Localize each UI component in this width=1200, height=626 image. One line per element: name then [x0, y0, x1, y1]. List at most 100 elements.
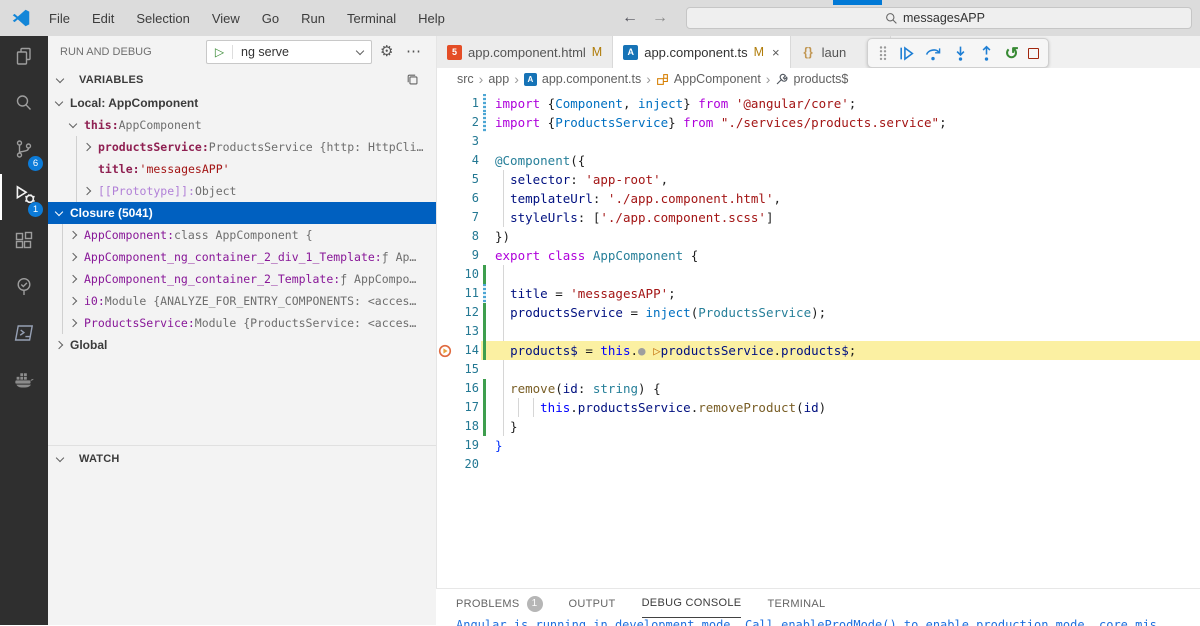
- extensions-icon: [12, 229, 36, 258]
- panel-tab-output[interactable]: OUTPUT: [569, 589, 616, 618]
- var-ng-container-template[interactable]: AppComponent_ng_container_2_Template: ƒ …: [48, 268, 436, 290]
- start-debug-button[interactable]: ▷: [207, 45, 233, 59]
- breakpoint-gutter[interactable]: [437, 303, 445, 322]
- menu-terminal[interactable]: Terminal: [336, 11, 407, 26]
- var-text: ƒ Ap…: [382, 250, 417, 264]
- collapse-all-icon[interactable]: [406, 73, 420, 87]
- breakpoint-gutter[interactable]: [437, 113, 445, 132]
- activity-item-docker[interactable]: [0, 358, 48, 404]
- activity-item-run-and-debug[interactable]: 1: [0, 174, 48, 220]
- search-input[interactable]: [903, 11, 993, 25]
- panel-tab-debug-console[interactable]: DEBUG CONSOLE: [642, 589, 742, 618]
- var-prototype[interactable]: [[Prototype]]: Object: [48, 180, 436, 202]
- menu-edit[interactable]: Edit: [81, 11, 125, 26]
- grip-handle[interactable]: [877, 45, 889, 61]
- code-line-3: 3: [437, 132, 1200, 151]
- breakpoint-gutter[interactable]: [437, 341, 445, 360]
- activity-item-search[interactable]: [0, 82, 48, 128]
- watch-label: WATCH: [79, 453, 120, 465]
- var-text: i0:: [84, 294, 105, 308]
- code-line-12: 12 productsService = inject(ProductsServ…: [437, 303, 1200, 322]
- breadcrumb-item[interactable]: src: [457, 72, 474, 86]
- var-title[interactable]: title: 'messagesAPP': [48, 158, 436, 180]
- code-line-4: 4@Component({: [437, 151, 1200, 170]
- menu-go[interactable]: Go: [251, 11, 290, 26]
- activity-bar: 61: [0, 36, 48, 625]
- panel-tab-problems[interactable]: PROBLEMS1: [456, 589, 543, 618]
- step-out-button[interactable]: [978, 45, 995, 62]
- line-number: 17: [445, 398, 481, 417]
- scope-closure[interactable]: Closure (5041): [48, 202, 436, 224]
- breakpoint-gutter[interactable]: [437, 436, 445, 455]
- activity-item-todo-tree[interactable]: [0, 266, 48, 312]
- breakpoint-gutter[interactable]: [437, 398, 445, 417]
- gear-icon[interactable]: ⚙: [380, 44, 393, 59]
- breakpoint-gutter[interactable]: [437, 170, 445, 189]
- breakpoint-gutter[interactable]: [437, 417, 445, 436]
- breakpoint-gutter[interactable]: [437, 455, 445, 474]
- code-text: productsService = inject(ProductsService…: [486, 303, 826, 322]
- menu-help[interactable]: Help: [407, 11, 456, 26]
- activity-item-source-control[interactable]: 6: [0, 128, 48, 174]
- panel-tab-terminal[interactable]: TERMINAL: [767, 589, 825, 618]
- restart-button[interactable]: ↺: [1005, 45, 1019, 62]
- tab-app-component-html[interactable]: 5app.component.htmlM: [437, 36, 613, 68]
- debug-toolbar: ↺: [867, 38, 1049, 68]
- breakpoint-gutter[interactable]: [437, 265, 445, 284]
- activity-item-extensions[interactable]: [0, 220, 48, 266]
- menu-run[interactable]: Run: [290, 11, 336, 26]
- var-productsservice-module[interactable]: ProductsService: Module {ProductsService…: [48, 312, 436, 334]
- breakpoint-gutter[interactable]: [437, 246, 445, 265]
- panel-tab-label: PROBLEMS: [456, 598, 520, 610]
- breakpoint-gutter[interactable]: [437, 360, 445, 379]
- activity-item-terminal[interactable]: [0, 312, 48, 358]
- var-i0[interactable]: i0: Module {ANALYZE_FOR_ENTRY_COMPONENTS…: [48, 290, 436, 312]
- angular-icon: A: [623, 45, 638, 60]
- command-center-search[interactable]: [686, 7, 1192, 29]
- breadcrumb-item[interactable]: AppComponent: [674, 72, 761, 86]
- var-productsService[interactable]: productsService: ProductsService {http: …: [48, 136, 436, 158]
- tab-app-component-ts[interactable]: Aapp.component.tsM×: [613, 36, 790, 68]
- menu-view[interactable]: View: [201, 11, 251, 26]
- variables-section-header[interactable]: VARIABLES: [48, 68, 436, 92]
- breakpoint-gutter[interactable]: [437, 322, 445, 341]
- breadcrumb-item[interactable]: app.component.ts: [542, 72, 641, 86]
- code-line-11: 11 title = 'messagesAPP';: [437, 284, 1200, 303]
- continue-button[interactable]: [898, 45, 915, 62]
- scope-global[interactable]: Global: [48, 334, 436, 356]
- breadcrumb-item[interactable]: products$: [793, 72, 848, 86]
- breadcrumb-item[interactable]: app: [488, 72, 509, 86]
- scope-local[interactable]: Local: AppComponent: [48, 92, 436, 114]
- breakpoint-gutter[interactable]: [437, 284, 445, 303]
- nav-back-button[interactable]: ←: [622, 9, 638, 27]
- var-this[interactable]: this: AppComponent: [48, 114, 436, 136]
- breakpoint-gutter[interactable]: [437, 208, 445, 227]
- nav-forward-button[interactable]: →: [652, 9, 668, 27]
- breakpoint-gutter[interactable]: [437, 132, 445, 151]
- step-over-button[interactable]: [924, 45, 942, 62]
- var-text: class AppComponent {: [174, 228, 312, 242]
- menu-file[interactable]: File: [38, 11, 81, 26]
- breakpoint-gutter[interactable]: [437, 227, 445, 246]
- breakpoint-gutter[interactable]: [437, 94, 445, 113]
- activity-item-explorer[interactable]: [0, 36, 48, 82]
- close-icon[interactable]: ×: [772, 45, 780, 60]
- code-text: styleUrls: ['./app.component.scss']: [486, 208, 773, 227]
- step-into-button[interactable]: [952, 45, 969, 62]
- class-icon: [656, 73, 669, 86]
- menu-selection[interactable]: Selection: [125, 11, 200, 26]
- breakpoint-gutter[interactable]: [437, 151, 445, 170]
- breadcrumb-separator: ›: [646, 71, 651, 87]
- code-editor[interactable]: 1import {Component, inject} from '@angul…: [437, 90, 1200, 588]
- var-ng-container-div-template[interactable]: AppComponent_ng_container_2_div_1_Templa…: [48, 246, 436, 268]
- breakpoint-gutter[interactable]: [437, 379, 445, 398]
- stop-button[interactable]: [1028, 48, 1039, 59]
- launch-config-dropdown[interactable]: ▷ ng serve: [206, 40, 372, 64]
- variables-label: VARIABLES: [79, 74, 144, 86]
- line-number: 7: [445, 208, 481, 227]
- breakpoint-gutter[interactable]: [437, 189, 445, 208]
- more-actions-button[interactable]: ⋯: [406, 42, 421, 60]
- line-number: 6: [445, 189, 481, 208]
- watch-section-header[interactable]: WATCH: [48, 448, 436, 470]
- var-appcomponent[interactable]: AppComponent: class AppComponent {: [48, 224, 436, 246]
